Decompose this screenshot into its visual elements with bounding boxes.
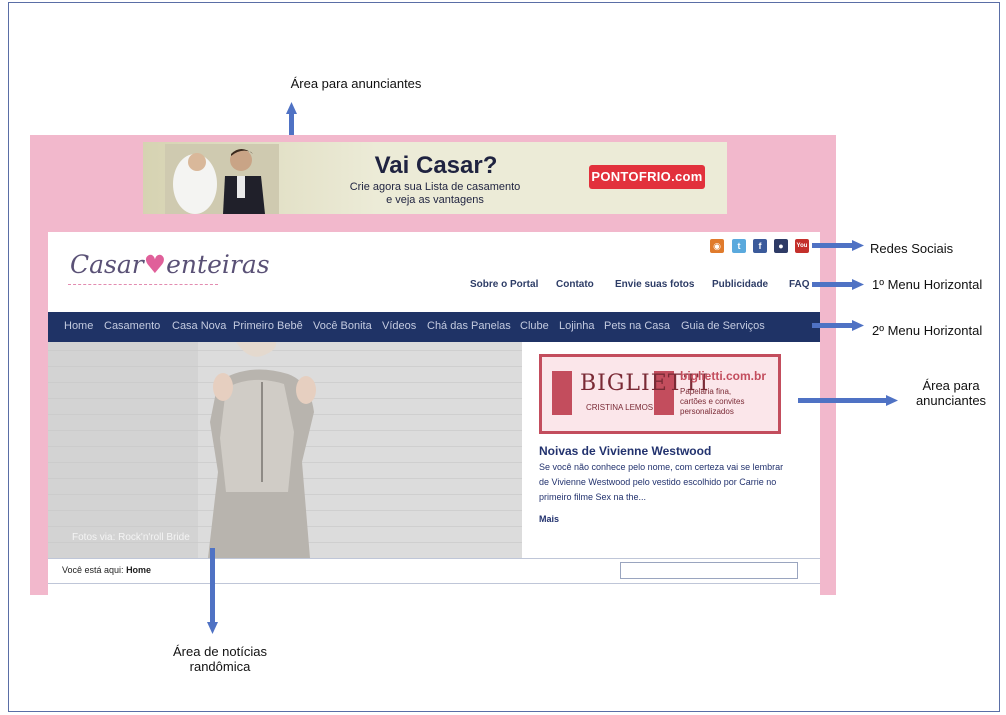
nav2-item-guia-servicos[interactable]: Guia de Serviços <box>681 320 765 332</box>
nav2-item-casamento[interactable]: Casamento <box>104 320 160 332</box>
news-more-link[interactable]: Mais <box>539 514 559 524</box>
annotation-side-ads-line1: Área para <box>922 378 980 393</box>
site-logo[interactable]: Casar♥enteiras <box>70 250 270 279</box>
biglietti-desc-line1: Papelaria fina, <box>680 387 732 396</box>
ornament-left-icon <box>552 371 572 415</box>
arrow-right-shape-menu1 <box>812 279 864 290</box>
menu1-item-envie-fotos[interactable]: Envie suas fotos <box>615 279 694 290</box>
breadcrumb-prefix: Você está aqui: <box>62 565 124 575</box>
breadcrumb: Você está aqui: Home <box>62 565 151 575</box>
nav2-item-cha-panelas[interactable]: Chá das Panelas <box>427 320 511 332</box>
arrow-right-shape-menu2 <box>812 320 864 331</box>
annotation-top-ads: Área para anunciantes <box>290 76 422 91</box>
nav2-item-pets[interactable]: Pets na Casa <box>604 320 670 332</box>
annotation-news-line1: Área de notícias <box>173 644 267 659</box>
hero-caption: Fotos via: Rock'n'roll Bride <box>72 532 190 543</box>
annotation-social: Redes Sociais <box>870 241 954 256</box>
nav2-item-voce-bonita[interactable]: Você Bonita <box>313 320 372 332</box>
youtube-icon[interactable]: You <box>795 239 809 253</box>
banner-headline: Vai Casar? <box>374 152 498 179</box>
heart-icon: ♥ <box>143 250 167 279</box>
logo-underline <box>68 284 218 285</box>
nav2-item-videos[interactable]: Vídeos <box>382 320 416 332</box>
arrow-right-icon <box>812 238 864 256</box>
hero-news-image[interactable]: Fotos via: Rock'n'roll Bride <box>48 342 522 558</box>
facebook-icon[interactable]: f <box>753 239 767 253</box>
news-body: Se você não conhece pelo nome, com certe… <box>539 462 784 502</box>
annotation-news: Área de notícias randômica <box>140 644 300 674</box>
search-input[interactable] <box>620 562 798 579</box>
arrow-right-icon <box>812 318 864 336</box>
annotation-side-ads-line2: anunciantes <box>915 393 987 408</box>
biglietti-desc-line2: cartões e convites <box>680 397 745 406</box>
menu1-item-sobre[interactable]: Sobre o Portal <box>470 279 538 290</box>
top-banner-ad[interactable]: Vai Casar? Crie agora sua Lista de casam… <box>143 142 727 214</box>
website-screenshot: Vai Casar? Crie agora sua Lista de casam… <box>30 135 836 595</box>
arrow-down-shape <box>207 548 218 634</box>
nav2-item-casa-nova[interactable]: Casa Nova <box>172 320 226 332</box>
news-title[interactable]: Noivas de Vivienne Westwood <box>539 444 711 458</box>
annotation-menu2: 2º Menu Horizontal <box>872 323 983 338</box>
side-banner-ad[interactable]: BIGLIETTI CRISTINA LEMOS biglietti.com.b… <box>539 354 781 434</box>
site-page: Casar♥enteiras ◉ t f ● You Sobre o Porta… <box>48 232 820 595</box>
arrow-right-shape-social <box>812 240 864 251</box>
twitter-icon[interactable]: t <box>732 239 746 253</box>
arrow-down-icon <box>207 548 218 639</box>
arrow-right-icon <box>798 393 898 411</box>
menu1-item-contato[interactable]: Contato <box>556 279 594 290</box>
nav2-item-primeiro-bebe[interactable]: Primeiro Bebê <box>233 320 303 332</box>
banner-subtext: Crie agora sua Lista de casamento e veja… <box>319 181 551 207</box>
orkut-icon[interactable]: ● <box>774 239 788 253</box>
nav2-item-lojinha[interactable]: Lojinha <box>559 320 594 332</box>
nav2-item-home[interactable]: Home <box>64 320 93 332</box>
rss-icon[interactable]: ◉ <box>710 239 724 253</box>
biglietti-desc-line3: personalizados <box>680 407 734 416</box>
logo-text-left: Casar <box>70 250 144 279</box>
annotation-news-line2: randômica <box>189 659 251 674</box>
arrow-right-icon <box>812 277 864 295</box>
logo-text-right: enteiras <box>166 250 270 279</box>
nav2-item-clube[interactable]: Clube <box>520 320 549 332</box>
breadcrumb-bar: Você está aqui: Home <box>48 558 820 584</box>
biglietti-description: Papelaria fina, cartões e convites perso… <box>680 387 780 417</box>
annotation-menu1: 1º Menu Horizontal <box>872 277 983 292</box>
menu1-item-publicidade[interactable]: Publicidade <box>712 279 768 290</box>
biglietti-subtitle: CRISTINA LEMOS <box>586 403 654 412</box>
couple-photo <box>165 144 279 214</box>
secondary-nav: Home Casamento Casa Nova Primeiro Bebê V… <box>48 312 820 342</box>
annotation-side-ads: Área para anunciantes <box>896 378 1006 408</box>
banner-subtext-line2: e veja as vantagens <box>386 194 484 206</box>
menu1-item-faq[interactable]: FAQ <box>789 279 810 290</box>
pontofrio-logo[interactable]: PONTOFRIO.com <box>589 165 705 189</box>
arrow-right-shape-side-ads <box>798 395 898 406</box>
bride-photo <box>48 342 316 558</box>
banner-subtext-line1: Crie agora sua Lista de casamento <box>349 181 521 193</box>
biglietti-url: biglietti.com.br <box>680 369 767 383</box>
breadcrumb-current[interactable]: Home <box>126 565 151 575</box>
